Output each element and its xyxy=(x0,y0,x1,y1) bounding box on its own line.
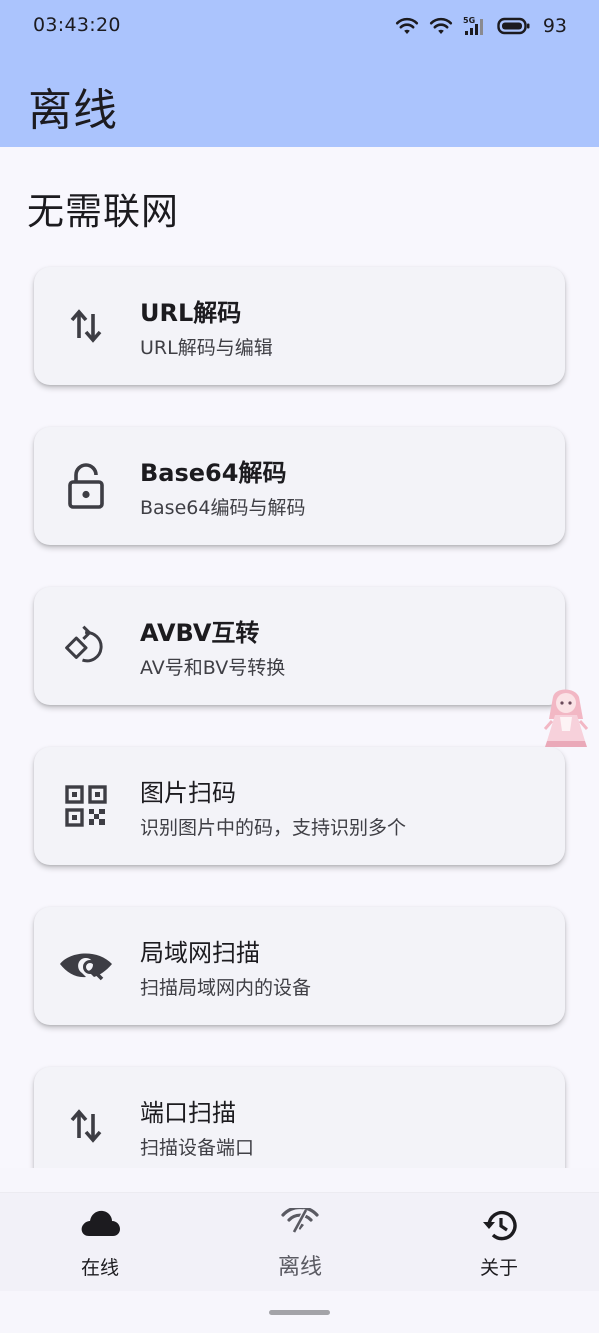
eye-search-icon xyxy=(58,944,114,988)
card-subtitle: URL解码与编辑 xyxy=(140,337,273,359)
card-subtitle: 扫描设备端口 xyxy=(140,1137,255,1159)
page-title: 离线 xyxy=(28,85,118,136)
cloud-icon xyxy=(0,1208,200,1240)
card-avbv-convert[interactable]: AVBV互转 AV号和BV号转换 xyxy=(34,587,565,705)
tools-list[interactable]: 无需联网 URL解码 URL解码与编辑 Base64解码 Base64编码与解码… xyxy=(0,147,599,1168)
card-title: AVBV互转 xyxy=(140,619,260,647)
bottom-nav: 在线 离线 关于 xyxy=(0,1193,599,1291)
card-lan-scan[interactable]: 局域网扫描 扫描局域网内的设备 xyxy=(34,907,565,1025)
card-subtitle: 识别图片中的码，支持识别多个 xyxy=(140,817,407,839)
status-bar: 03:43:20 5G 93 xyxy=(0,0,599,54)
history-icon xyxy=(399,1208,599,1241)
wifi-icon xyxy=(395,17,418,34)
status-icons: 5G 93 xyxy=(395,13,567,39)
card-title: 局域网扫描 xyxy=(140,939,260,967)
hotspot-icon xyxy=(429,17,452,34)
card-subtitle: Base64编码与解码 xyxy=(140,497,306,519)
section-title: 无需联网 xyxy=(27,190,179,233)
floating-sticker[interactable] xyxy=(541,685,591,749)
nav-label: 离线 xyxy=(277,1255,322,1280)
nav-tab-about[interactable]: 关于 xyxy=(399,1193,599,1291)
network-label: 5G xyxy=(463,16,475,25)
nav-label: 关于 xyxy=(479,1257,518,1279)
card-image-scan[interactable]: 图片扫码 识别图片中的码，支持识别多个 xyxy=(34,747,565,865)
card-title: 端口扫描 xyxy=(140,1099,236,1127)
card-subtitle: AV号和BV号转换 xyxy=(140,657,286,679)
card-port-scan[interactable]: 端口扫描 扫描设备端口 xyxy=(34,1067,565,1168)
nav-tab-offline[interactable]: 离线 xyxy=(200,1193,400,1291)
signal-5g-icon: 5G xyxy=(463,16,483,35)
swap-vertical-icon xyxy=(64,304,108,348)
nav-label: 在线 xyxy=(80,1257,119,1279)
status-time: 03:43:20 xyxy=(33,14,121,36)
home-gesture-bar[interactable] xyxy=(269,1310,330,1315)
card-title: 图片扫码 xyxy=(140,779,236,807)
gesture-area xyxy=(0,1291,599,1333)
swap-vertical-icon xyxy=(64,1104,108,1148)
card-url-decode[interactable]: URL解码 URL解码与编辑 xyxy=(34,267,565,385)
battery-icon xyxy=(497,17,530,35)
card-title: Base64解码 xyxy=(140,459,287,487)
card-subtitle: 扫描局域网内的设备 xyxy=(140,977,312,999)
battery-percent: 93 xyxy=(542,15,567,37)
app-screen: 03:43:20 5G 93 离线 无需联网 URL解码 URL解码与编辑 Ba… xyxy=(0,0,599,1333)
qr-code-icon xyxy=(64,784,108,828)
app-bar: 离线 xyxy=(0,54,599,147)
lock-open-icon xyxy=(64,463,108,509)
nav-tab-online[interactable]: 在线 xyxy=(0,1193,200,1291)
card-base64-decode[interactable]: Base64解码 Base64编码与解码 xyxy=(34,427,565,545)
card-title: URL解码 xyxy=(140,299,242,327)
rotate-convert-icon xyxy=(64,624,108,668)
wifi-off-icon xyxy=(200,1208,400,1240)
